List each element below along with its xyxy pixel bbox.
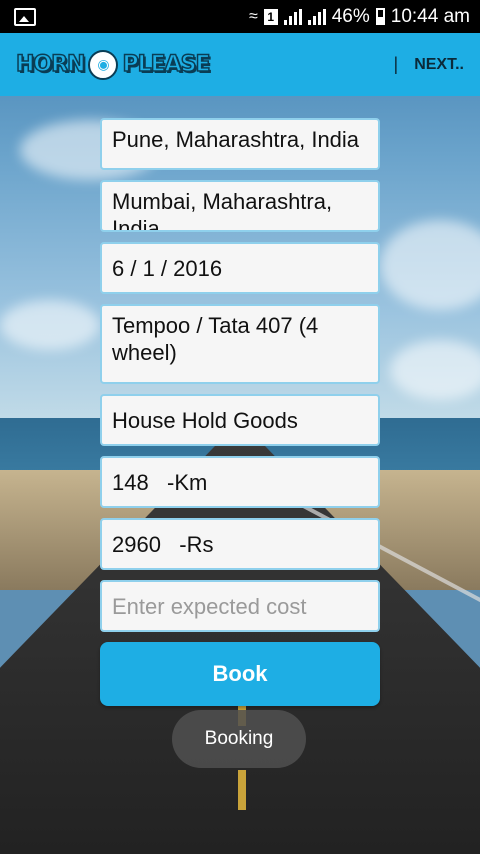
toast-message: Booking <box>172 710 306 768</box>
book-button[interactable]: Book <box>100 642 380 706</box>
gallery-notification-icon <box>14 7 36 26</box>
app-bar: HORN ◉ PLEASE | NEXT.. <box>0 33 480 96</box>
next-button[interactable]: NEXT.. <box>414 56 464 74</box>
expected-cost-input[interactable]: Enter expected cost <box>100 580 380 632</box>
booking-form: Pune, Maharashtra, India Mumbai, Maharas… <box>100 118 380 706</box>
to-location-field[interactable]: Mumbai, Maharashtra, India <box>100 180 380 232</box>
appbar-divider: | <box>393 54 399 74</box>
logo-horn-text: HORN <box>15 51 86 78</box>
road-centerline <box>238 770 246 810</box>
vehicle-type-field[interactable]: Tempoo / Tata 407 (4 wheel) <box>100 304 380 384</box>
status-bar: ≈ 1 46% 10:44 am <box>0 0 480 33</box>
horn-icon: ◉ <box>88 49 119 80</box>
signal-1-icon <box>283 8 302 25</box>
logo-please-text: PLEASE <box>122 51 212 78</box>
clock: 10:44 am <box>390 5 470 27</box>
cloud <box>0 300 100 350</box>
date-field[interactable]: 6 / 1 / 2016 <box>100 242 380 294</box>
sim-icon: 1 <box>263 8 278 25</box>
signal-2-icon <box>307 8 326 25</box>
price-field[interactable]: 2960 -Rs <box>100 518 380 570</box>
goods-type-field[interactable]: House Hold Goods <box>100 394 380 446</box>
app-logo: HORN ◉ PLEASE <box>15 49 212 80</box>
battery-icon <box>375 8 385 25</box>
wifi-icon: ≈ <box>248 7 258 25</box>
distance-field[interactable]: 148 -Km <box>100 456 380 508</box>
cloud <box>390 340 480 400</box>
from-location-field[interactable]: Pune, Maharashtra, India <box>100 118 380 170</box>
battery-percent: 46% <box>331 5 370 27</box>
